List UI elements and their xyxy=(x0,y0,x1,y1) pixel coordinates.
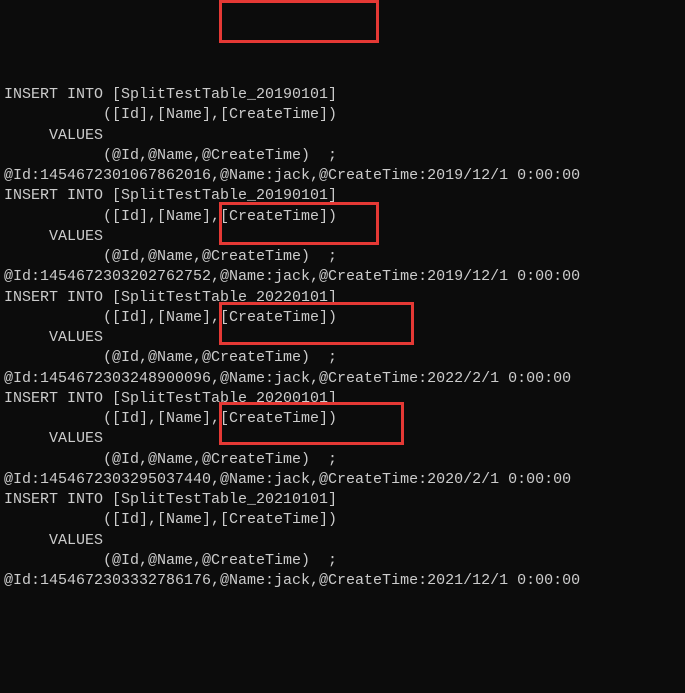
code-line: ([Id],[Name],[CreateTime]) xyxy=(4,207,681,227)
code-line: VALUES xyxy=(4,227,681,247)
terminal-output: INSERT INTO [SplitTestTable_20190101] ([… xyxy=(4,85,681,591)
code-line: (@Id,@Name,@CreateTime) ; xyxy=(4,146,681,166)
code-line: INSERT INTO [SplitTestTable_20190101] xyxy=(4,85,681,105)
code-line: @Id:1454672303295037440,@Name:jack,@Crea… xyxy=(4,470,681,490)
code-line: INSERT INTO [SplitTestTable_20190101] xyxy=(4,186,681,206)
code-line: INSERT INTO [SplitTestTable_20220101] xyxy=(4,288,681,308)
code-line: (@Id,@Name,@CreateTime) ; xyxy=(4,450,681,470)
code-line: ([Id],[Name],[CreateTime]) xyxy=(4,510,681,530)
code-line: @Id:1454672303202762752,@Name:jack,@Crea… xyxy=(4,267,681,287)
code-line: VALUES xyxy=(4,328,681,348)
code-line: ([Id],[Name],[CreateTime]) xyxy=(4,409,681,429)
code-line: ([Id],[Name],[CreateTime]) xyxy=(4,308,681,328)
code-line: INSERT INTO [SplitTestTable_20200101] xyxy=(4,389,681,409)
code-line: INSERT INTO [SplitTestTable_20210101] xyxy=(4,490,681,510)
code-line: (@Id,@Name,@CreateTime) ; xyxy=(4,348,681,368)
code-line: @Id:1454672301067862016,@Name:jack,@Crea… xyxy=(4,166,681,186)
code-line: (@Id,@Name,@CreateTime) ; xyxy=(4,247,681,267)
code-line: (@Id,@Name,@CreateTime) ; xyxy=(4,551,681,571)
code-line: @Id:1454672303332786176,@Name:jack,@Crea… xyxy=(4,571,681,591)
code-line: ([Id],[Name],[CreateTime]) xyxy=(4,105,681,125)
code-line: VALUES xyxy=(4,126,681,146)
code-line: @Id:1454672303248900096,@Name:jack,@Crea… xyxy=(4,369,681,389)
code-line: VALUES xyxy=(4,429,681,449)
code-line: VALUES xyxy=(4,531,681,551)
highlight-box xyxy=(219,0,379,43)
